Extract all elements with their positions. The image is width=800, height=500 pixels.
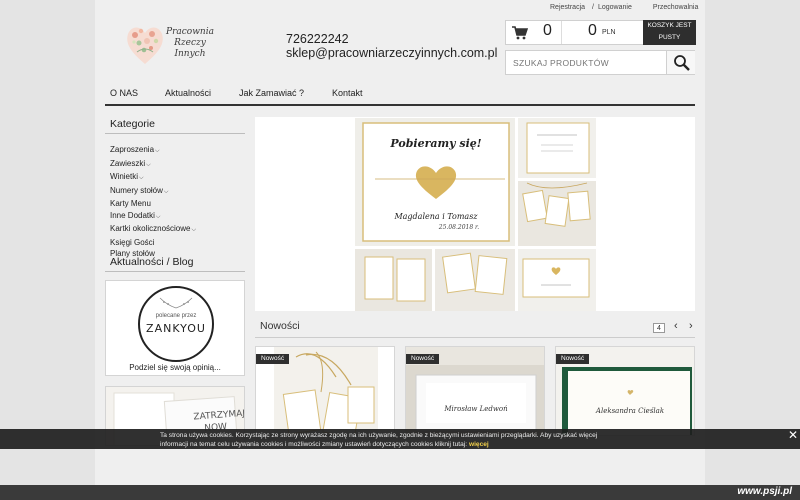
new-products-divider [255,337,695,338]
cart-divider [561,21,562,44]
store-link[interactable]: Przechowalnia [653,4,699,11]
chevron-down-icon[interactable]: ⌵ [146,162,151,168]
nav-item-about[interactable]: O NAS [110,88,138,98]
page-container: Rejestracja / Logowanie Przechowalnia Praco… [95,0,705,500]
new-products-page: 4 [653,323,665,333]
category-item-zawieszki[interactable]: Zawieszki⌵ [110,158,196,172]
heart-logo-icon [127,27,163,64]
product-card[interactable]: Nowość Aleksandra Cieślak [555,346,695,436]
category-label: Karty Menu [110,199,151,208]
phone-number: 726222242 [286,32,349,46]
nav-item-how-to-order[interactable]: Jak Zamawiać ? [239,88,304,98]
category-list: Zaproszenia⌵ Zawieszki⌵ Winietki⌵ Numery… [110,144,196,260]
category-item-zaproszenia[interactable]: Zaproszenia⌵ [110,144,196,158]
search-icon [674,55,690,71]
categories-title: Kategorie [110,118,155,130]
close-icon[interactable]: ✕ [788,429,798,440]
leaf-ornament-icon [159,297,193,309]
hero-collage: Pobieramy się! Magdalena i Tomasz 25.08.… [255,117,695,311]
logo-line-2: Rzeczy [174,38,206,48]
product-card-text: Mirosław Ledwoń [443,405,508,413]
search-input[interactable] [506,51,664,74]
new-badge: Nowość [406,354,440,364]
chevron-down-icon[interactable]: ⌵ [191,227,196,233]
register-link[interactable]: Rejestracja [550,4,585,11]
category-item-numery-stolow[interactable]: Numery stołów⌵ [110,185,196,199]
footer-strip: www.psji.pl [0,485,800,500]
logo-line-3: Innych [174,49,206,59]
link-separator: / [592,4,594,11]
category-label: Zawieszki [110,158,146,168]
cookie-text: Ta strona używa cookies. Korzystając ze … [160,432,660,449]
category-label: Winietki [110,172,139,181]
cart-status-line-1: KOSZYK JEST [647,22,692,29]
search-bar [505,50,695,75]
nav-item-news[interactable]: Aktualności [165,88,211,98]
hero-card-title: Pobieramy się! [389,137,481,150]
contact-info: 726222242 sklep@pracowniarzeczyinnych.co… [286,32,497,60]
cart-currency: PLN [602,29,616,36]
chevron-down-icon[interactable]: ⌵ [156,214,161,220]
badge-caption[interactable]: Podziel się swoją opinią... [106,363,244,372]
cart-sum: 0 [588,22,597,39]
category-item-karty-menu[interactable]: Karty Menu [110,198,196,210]
cookie-line-1: Ta strona używa cookies. Korzystając ze … [160,432,598,439]
blog-divider [105,271,245,272]
nav-item-contact[interactable]: Kontakt [332,88,363,98]
search-button[interactable] [666,51,695,74]
logo-line-1: Pracownia [166,27,214,37]
category-label: Księgi Gości [110,237,155,247]
cart-icon [512,26,528,40]
blog-title: Aktualności / Blog [110,256,194,268]
category-label: Kartki okolicznościowe [110,224,191,233]
cart-widget[interactable]: 0 0 PLN KOSZYK JEST PUSTY [505,20,696,45]
cart-item-count: 0 [543,22,552,39]
category-label: Numery stołów [110,185,163,195]
category-label: Inne Dodatki [110,210,155,220]
zankyou-badge: polecane przez ZANKYOU [138,286,214,362]
categories-divider [105,133,245,134]
watermark: www.psji.pl [737,486,792,497]
hero-card-date: 25.08.2018 r. [438,224,479,231]
product-card[interactable]: Nowość Mirosław Ledwoń [405,346,545,436]
chevron-down-icon[interactable]: ⌵ [155,148,160,154]
category-item-inne-dodatki[interactable]: Inne Dodatki⌵ [110,210,196,224]
badge-small-text: polecane przez [155,313,197,319]
cookie-more-link[interactable]: więcej [469,441,489,448]
product-card[interactable]: Nowość [255,346,395,436]
chevron-down-icon[interactable]: ⌵ [164,189,169,195]
hero-card-names: Magdalena i Tomasz [393,212,478,221]
badge-brand-name: ZANKYOU [146,322,206,335]
category-item-winietki[interactable]: Winietki⌵ [110,171,196,185]
new-badge: Nowość [256,354,290,364]
cookie-bar: Ta strona używa cookies. Korzystając ze … [0,429,800,449]
category-item-kartki[interactable]: Kartki okolicznościowe⌵ [110,223,196,237]
cart-status[interactable]: KOSZYK JEST PUSTY [643,20,696,45]
category-item-ksiegi-gosci[interactable]: Księgi Gości [110,237,196,249]
cookie-line-2: informacji na temat celu używania cookie… [160,440,468,448]
product-card-text: Aleksandra Cieślak [595,407,664,415]
category-label: Zaproszenia [110,145,155,154]
email-address[interactable]: sklep@pracowniarzeczyinnych.com.pl [286,46,497,60]
logo-text: Pracownia Rzeczy Innych [163,27,217,60]
top-links: Rejestracja / Logowanie Przechowalnia [550,4,701,11]
login-link[interactable]: Logowanie [598,4,632,11]
cart-status-line-2: PUSTY [658,34,681,41]
chevron-right-icon[interactable]: › [689,320,693,332]
hero-slider[interactable]: Pobieramy się! Magdalena i Tomasz 25.08.… [255,117,695,311]
zankyou-widget[interactable]: polecane przez ZANKYOU Podziel się swoją… [105,280,245,376]
new-products-title: Nowości [260,320,300,332]
main-nav: O NAS Aktualności Jak Zamawiać ? Kontakt [105,82,695,106]
chevron-left-icon[interactable]: ‹ [674,320,678,332]
chevron-down-icon[interactable]: ⌵ [139,175,144,181]
new-badge: Nowość [556,354,590,364]
